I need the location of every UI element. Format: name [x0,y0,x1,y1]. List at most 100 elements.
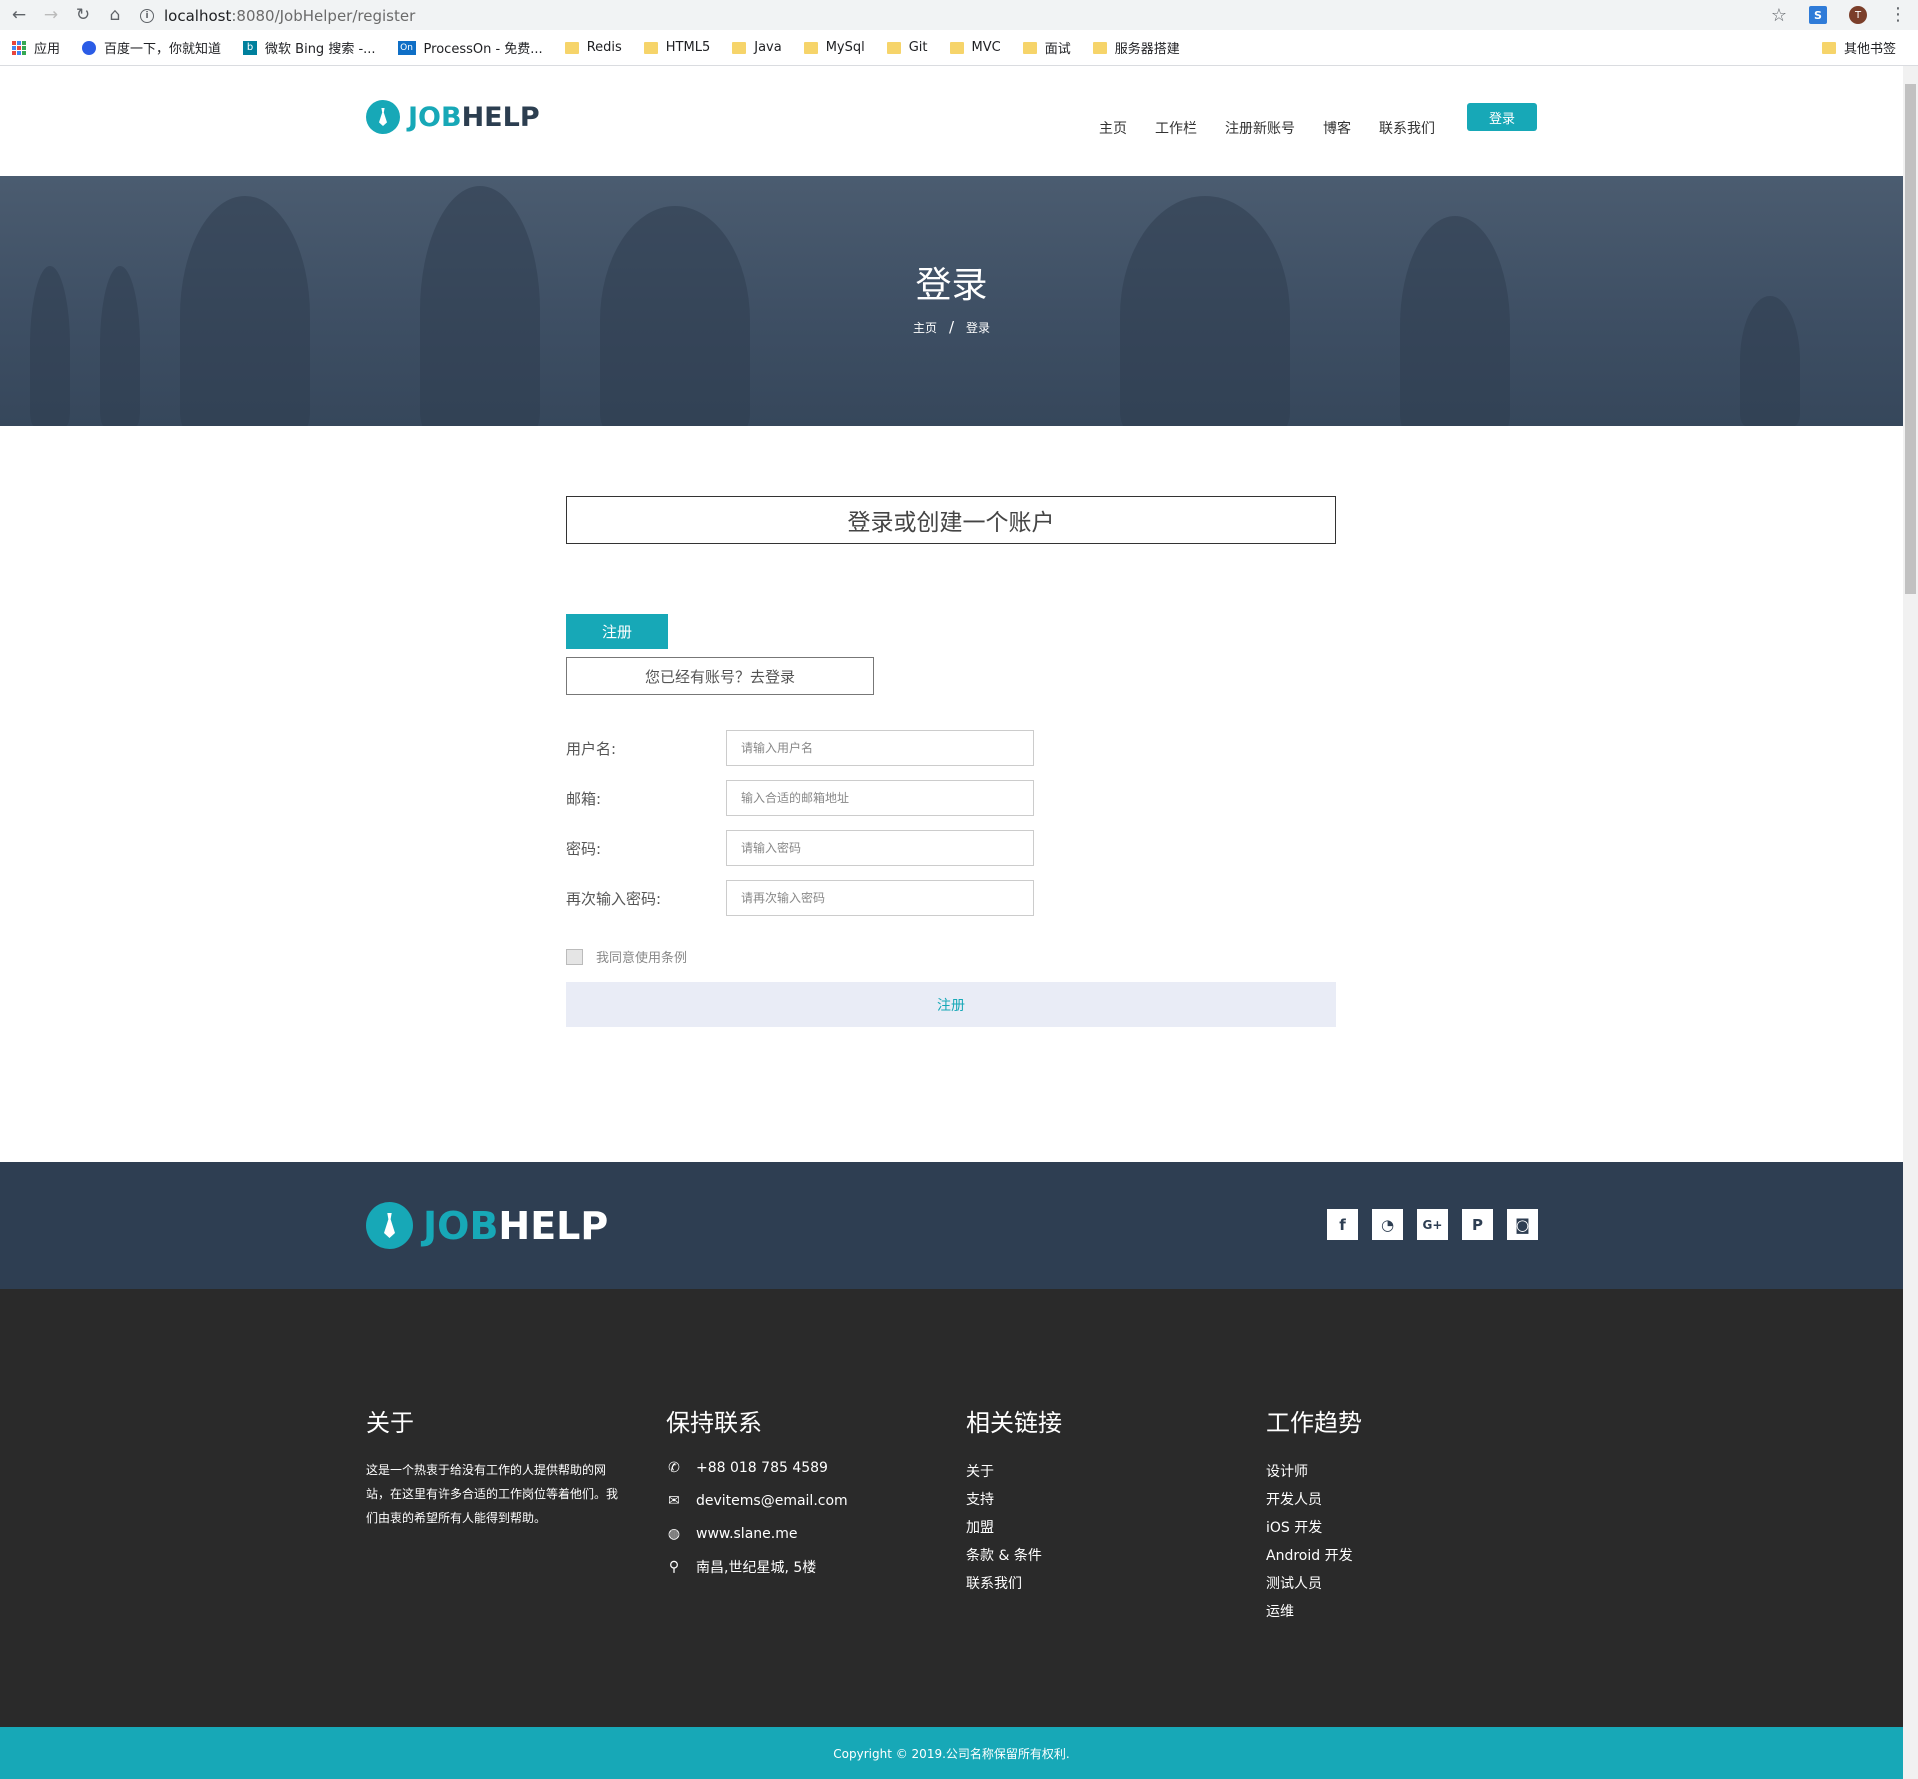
profile-avatar[interactable]: T [1849,6,1867,24]
confirm-password-input[interactable] [726,880,1034,916]
phone-icon: ✆ [668,1459,680,1476]
footer-about-title: 关于 [366,1409,414,1437]
bookmark-git[interactable]: Git [886,40,928,55]
reload-icon[interactable]: ↻ [70,2,96,28]
phone-text: +88 018 785 4589 [696,1459,828,1476]
envelope-icon: ✉ [668,1492,680,1509]
url-host: localhost [164,6,232,25]
bookmark-label: Redis [586,40,622,55]
google-plus-icon[interactable]: G+ [1417,1209,1448,1240]
bookmark-redis[interactable]: Redis [564,40,622,55]
bookmark-interview[interactable]: 面试 [1022,38,1071,57]
bookmark-label: 应用 [34,42,61,57]
extension-icon[interactable]: S [1809,6,1827,24]
folder-icon [1092,41,1107,54]
footer-link-terms[interactable]: 条款 & 条件 [966,1542,1062,1570]
terms-label[interactable]: 我同意使用条例 [596,947,687,966]
logo-text: JOBHELP [408,102,540,133]
bookmark-label: 微软 Bing 搜索 -... [265,42,376,57]
instagram-icon[interactable]: ◙ [1507,1209,1538,1240]
terms-checkbox[interactable] [566,948,583,965]
confirm-password-label: 再次输入密码: [566,889,662,908]
footer-links-title: 相关链接 [966,1409,1062,1437]
bookmark-label: ProcessOn - 免费... [423,42,543,57]
back-icon[interactable]: ← [6,2,32,28]
trend-ops[interactable]: 运维 [1266,1598,1362,1626]
nav-jobs[interactable]: 工作栏 [1155,118,1197,138]
page-scrollbar[interactable] [1903,66,1918,1779]
header-login-button[interactable]: 登录 [1467,103,1537,131]
footer-links: 相关链接 关于 支持 加盟 条款 & 条件 联系我们 [966,1403,1062,1598]
bookmark-label: Git [908,40,928,55]
address-text: 南昌,世纪星城, 5楼 [696,1559,817,1576]
footer-link-contact[interactable]: 联系我们 [966,1570,1062,1598]
footer-link-about[interactable]: 关于 [966,1458,1062,1486]
folder-icon [803,41,818,54]
footer-link-support[interactable]: 支持 [966,1486,1062,1514]
browser-menu-icon[interactable]: ⋮ [1889,6,1907,24]
address-bar[interactable]: i localhost:8080/JobHelper/register [140,4,1760,27]
breadcrumb-home[interactable]: 主页 [913,321,937,335]
pinterest-icon[interactable]: P [1462,1209,1493,1240]
processon-icon: On [397,40,416,55]
bookmark-bing[interactable]: b 微软 Bing 搜索 -... [243,38,376,57]
map-pin-icon: ⚲ [668,1558,680,1575]
email-input[interactable] [726,780,1034,816]
register-submit-button[interactable]: 注册 [566,982,1336,1027]
site-logo[interactable]: JOBHELP [366,100,540,134]
forward-icon[interactable]: → [38,2,64,28]
register-tab[interactable]: 注册 [566,614,668,649]
footer-trends: 工作趋势 设计师 开发人员 iOS 开发 Android 开发 测试人员 运维 [1266,1403,1362,1626]
bookmark-mysql[interactable]: MySql [803,40,865,55]
nav-register[interactable]: 注册新账号 [1225,118,1295,138]
email-row: 邮箱: [566,780,1036,816]
copyright-bar: Copyright © 2019.公司名称保留所有权利. [0,1727,1903,1779]
email-text[interactable]: devitems@email.com [696,1493,848,1509]
footer-logo[interactable]: JOBHELP [366,1202,608,1249]
bing-icon: b [243,40,258,55]
bookmark-baidu[interactable]: 百度一下，你就知道 [82,38,221,57]
username-input[interactable] [726,730,1034,766]
bookmark-mvc[interactable]: MVC [949,40,1001,55]
go-login-button[interactable]: 您已经有账号？去登录 [566,657,874,695]
footer-link-join[interactable]: 加盟 [966,1514,1062,1542]
globe-icon: ◍ [667,1525,681,1542]
rss-icon[interactable]: ◔ [1372,1209,1403,1240]
bookmark-server[interactable]: 服务器搭建 [1092,38,1180,57]
bookmark-other[interactable]: 其他书签 [1821,38,1896,57]
contact-address: ⚲ 南昌,世纪星城, 5楼 [666,1557,848,1576]
info-icon[interactable]: i [140,8,154,23]
contact-email: ✉ devitems@email.com [666,1491,848,1510]
trend-tester[interactable]: 测试人员 [1266,1570,1362,1598]
username-label: 用户名: [566,739,617,758]
nav-blog[interactable]: 博客 [1323,118,1351,138]
bookmark-label: 服务器搭建 [1114,42,1180,57]
nav-contact[interactable]: 联系我们 [1379,118,1435,138]
username-row: 用户名: [566,730,1036,766]
folder-icon [1022,41,1037,54]
nav-home[interactable]: 主页 [1099,118,1127,138]
footer-about: 关于 这是一个热衷于给没有工作的人提供帮助的网站，在这里有许多合适的工作岗位等着… [366,1403,621,1530]
tie-logo-icon [366,100,400,134]
trend-designer[interactable]: 设计师 [1266,1458,1362,1486]
hero-silhouette [1120,196,1290,426]
bookmark-processon[interactable]: On ProcessOn - 免费... [397,38,543,57]
trend-android[interactable]: Android 开发 [1266,1542,1362,1570]
password-label: 密码: [566,839,602,858]
folder-icon [732,41,747,54]
home-icon[interactable]: ⌂ [102,2,128,28]
logo-job: JOB [408,101,462,133]
facebook-icon[interactable]: f [1327,1209,1358,1240]
scrollbar-thumb[interactable] [1905,84,1916,594]
apps-grid-icon [12,40,26,55]
bookmark-star-icon[interactable]: ☆ [1771,5,1787,26]
website-text[interactable]: www.slane.me [696,1526,797,1542]
bookmark-html5[interactable]: HTML5 [643,40,710,55]
footer-about-text: 这是一个热衷于给没有工作的人提供帮助的网站，在这里有许多合适的工作岗位等着他们。… [366,1463,619,1525]
trend-ios[interactable]: iOS 开发 [1266,1514,1362,1542]
trend-developer[interactable]: 开发人员 [1266,1486,1362,1514]
bookmark-java[interactable]: Java [732,40,782,55]
bookmark-apps[interactable]: 应用 [12,38,60,57]
password-input[interactable] [726,830,1034,866]
bookmark-label: Java [754,40,782,55]
